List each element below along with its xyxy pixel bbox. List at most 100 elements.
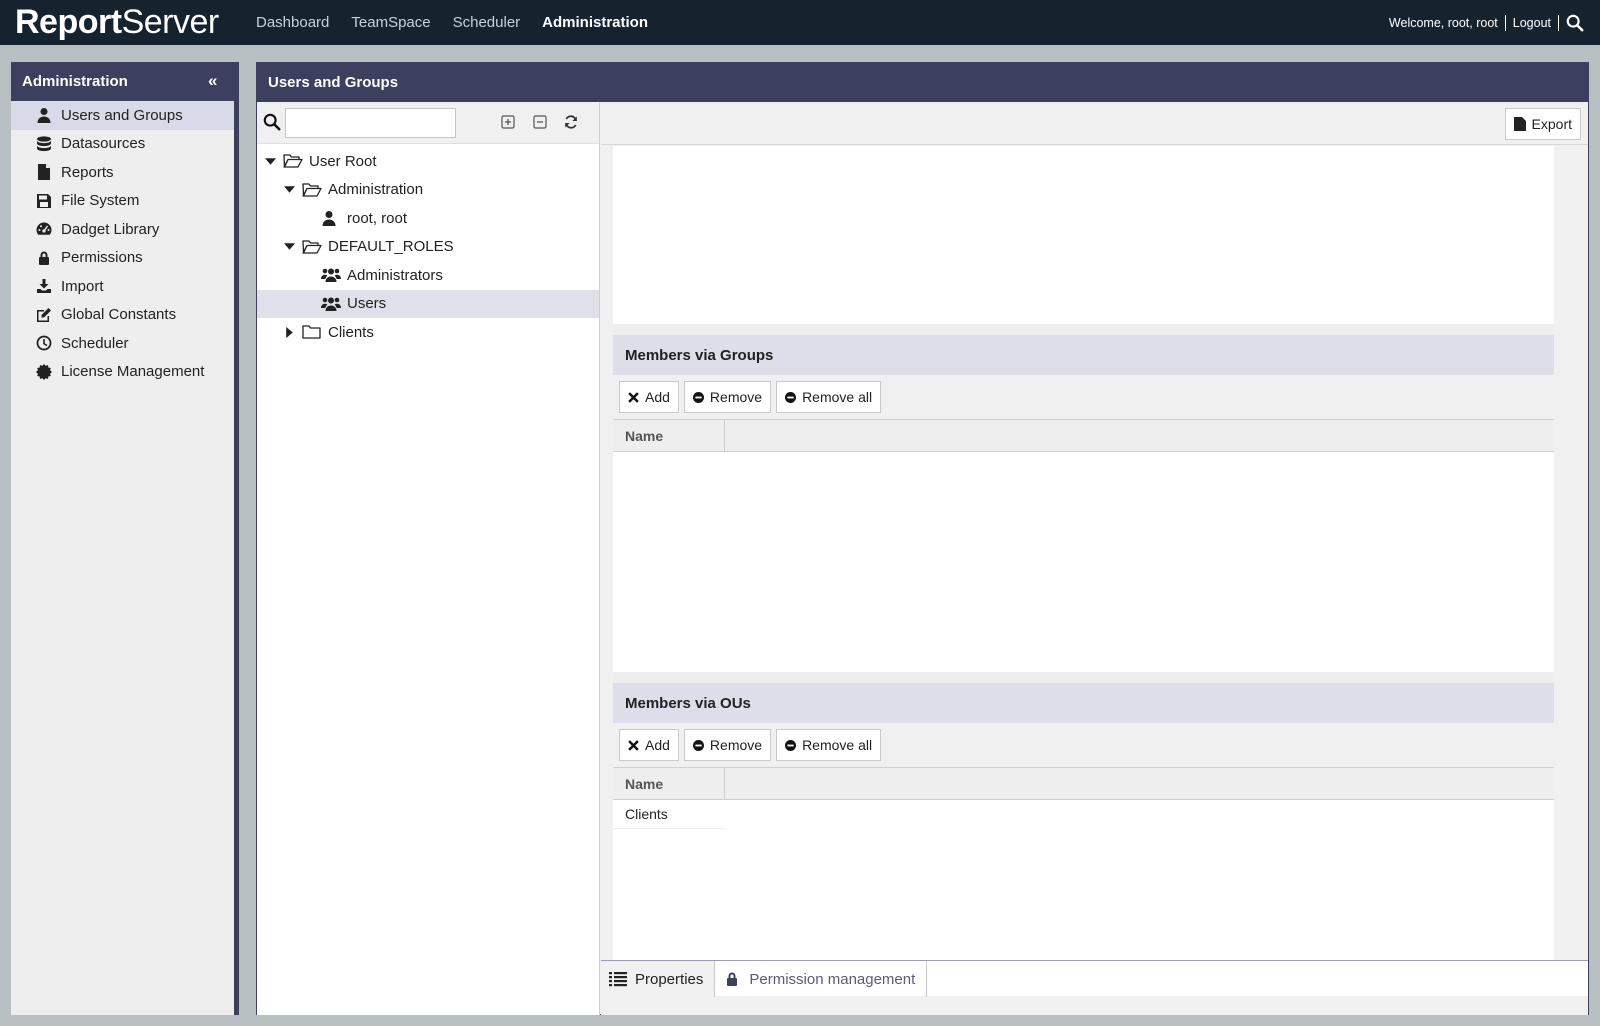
clock-icon — [35, 334, 53, 352]
sidebar-item-permissions[interactable]: Permissions — [11, 244, 234, 273]
sidebar-item-label: Dadget Library — [61, 220, 160, 238]
edit-icon — [35, 306, 53, 324]
ous-grid-header: Name — [613, 767, 1554, 800]
tree-node-label: User Root — [309, 152, 377, 170]
button-label: Remove — [709, 389, 763, 405]
tree-node-clients[interactable]: Clients — [257, 318, 599, 347]
sidebar-item-users-and-groups[interactable]: Users and Groups — [11, 101, 234, 130]
button-label: Remove — [709, 737, 763, 753]
sidebar-item-scheduler[interactable]: Scheduler — [11, 329, 234, 358]
nav-teamspace[interactable]: TeamSpace — [351, 14, 430, 31]
logo-light: Server — [121, 3, 220, 41]
caret-down-icon[interactable] — [263, 154, 277, 168]
minus-circle-icon — [785, 391, 797, 403]
button-label: Add — [645, 737, 670, 753]
sidebar-item-datasources[interactable]: Datasources — [11, 130, 234, 159]
tree-node-users[interactable]: Users — [257, 289, 599, 318]
table-row[interactable]: Clients — [613, 800, 725, 829]
collapse-all-icon[interactable] — [532, 114, 548, 130]
double-chevron-left-icon[interactable]: « — [208, 72, 224, 90]
floppy-icon — [35, 192, 53, 210]
tree-node-default-roles[interactable]: DEFAULT_ROLES — [257, 233, 599, 262]
logout-link[interactable]: Logout — [1513, 16, 1551, 30]
export-label: Export — [1531, 116, 1572, 132]
sidebar-item-dadget-library[interactable]: Dadget Library — [11, 215, 234, 244]
column-header-name[interactable]: Name — [613, 420, 725, 451]
ous-section-toolbar: Add Remove Remove all — [613, 723, 1554, 767]
sidebar-item-license-management[interactable]: License Management — [11, 358, 234, 387]
sidebar-item-label: Import — [61, 277, 104, 295]
tree-node-label: Clients — [328, 323, 374, 341]
sidebar-item-import[interactable]: Import — [11, 272, 234, 301]
button-label: Remove all — [802, 389, 873, 405]
tree-node-administrators[interactable]: Administrators — [257, 261, 599, 290]
file-icon — [1513, 117, 1526, 131]
caret-down-icon[interactable] — [282, 183, 296, 197]
column-label: Name — [625, 775, 664, 792]
sidebar-item-label: File System — [61, 192, 140, 210]
tree-node-user-root[interactable]: User Root — [257, 147, 599, 176]
column-label: Name — [625, 427, 664, 444]
add-group-button[interactable]: Add — [619, 381, 679, 413]
lock-icon — [35, 249, 53, 267]
main-nav: Dashboard TeamSpace Scheduler Administra… — [256, 0, 648, 45]
remove-ou-button[interactable]: Remove — [683, 729, 772, 761]
nav-dashboard[interactable]: Dashboard — [256, 14, 329, 31]
top-bar: ReportServer Dashboard TeamSpace Schedul… — [0, 0, 1600, 45]
add-ou-button[interactable]: Add — [619, 729, 679, 761]
sidebar-item-label: Permissions — [61, 249, 143, 267]
divider — [1558, 14, 1559, 31]
main-panel: Users and Groups User Root Administratio… — [256, 62, 1589, 1015]
tree-node-root-user[interactable]: root, root — [257, 204, 599, 233]
column-header-name[interactable]: Name — [613, 768, 725, 799]
page-title: Users and Groups — [268, 74, 399, 91]
remove-all-groups-button[interactable]: Remove all — [776, 381, 882, 413]
ous-grid-body: Clients — [613, 800, 1554, 960]
remove-all-ous-button[interactable]: Remove all — [776, 729, 882, 761]
detail-pane: Export Members via Groups Add Remove Rem… — [601, 102, 1588, 1015]
button-label: Remove all — [802, 737, 873, 753]
sidebar-item-reports[interactable]: Reports — [11, 158, 234, 187]
detail-scroll-area[interactable]: Members via Groups Add Remove Remove all… — [613, 146, 1554, 960]
section-title: Members via OUs — [625, 694, 751, 712]
groups-grid-header: Name — [613, 419, 1554, 452]
refresh-icon[interactable] — [563, 114, 579, 130]
sidebar-item-label: Scheduler — [61, 334, 129, 352]
admin-sidebar: Administration « Users and Groups Dataso… — [11, 62, 239, 1015]
tree-pane: User Root Administration root, root DEFA… — [257, 102, 600, 1015]
expand-all-icon[interactable] — [500, 114, 516, 130]
nav-scheduler[interactable]: Scheduler — [453, 14, 521, 31]
tree-node-administration[interactable]: Administration — [257, 176, 599, 205]
folder-open-icon — [302, 238, 322, 256]
tab-label: Properties — [635, 970, 704, 988]
groups-section-toolbar: Add Remove Remove all — [613, 375, 1554, 419]
detail-toolbar: Export — [601, 102, 1588, 145]
folder-open-icon — [302, 181, 322, 199]
user-tree: User Root Administration root, root DEFA… — [257, 144, 599, 347]
tab-properties[interactable]: Properties — [601, 961, 716, 997]
user-icon — [35, 106, 53, 124]
user-icon — [321, 209, 341, 227]
remove-group-button[interactable]: Remove — [683, 381, 772, 413]
sidebar-item-label: Users and Groups — [61, 106, 183, 124]
groups-section-header: Members via Groups — [613, 335, 1554, 375]
minus-circle-icon — [692, 739, 704, 751]
sidebar-item-label: License Management — [61, 363, 205, 381]
search-icon[interactable] — [1566, 14, 1584, 32]
welcome-text: Welcome, root, root — [1388, 15, 1498, 30]
caret-right-icon[interactable] — [282, 325, 296, 339]
cell-name: Clients — [625, 806, 668, 822]
users-icon — [321, 266, 341, 284]
divider — [1504, 14, 1506, 31]
tree-search-input[interactable] — [285, 108, 456, 138]
sidebar-item-file-system[interactable]: File System — [11, 187, 234, 216]
tab-permission-management[interactable]: Permission management — [715, 961, 928, 997]
nav-administration[interactable]: Administration — [542, 14, 648, 31]
download-icon — [35, 277, 53, 295]
groups-grid-body — [613, 452, 1554, 672]
app-logo[interactable]: ReportServer — [15, 2, 219, 42]
export-button[interactable]: Export — [1504, 108, 1581, 140]
caret-down-icon[interactable] — [282, 240, 296, 254]
sidebar-item-global-constants[interactable]: Global Constants — [11, 301, 234, 330]
